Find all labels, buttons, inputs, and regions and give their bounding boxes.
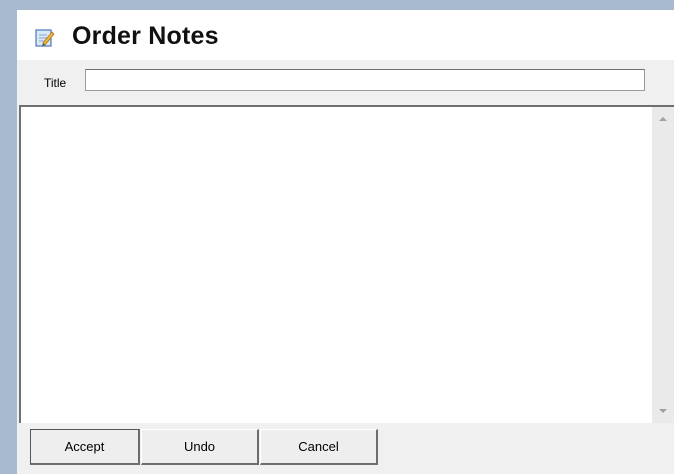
notepad-pencil-icon [35, 28, 55, 48]
scroll-up-icon[interactable] [659, 117, 667, 121]
title-label: Title [44, 76, 67, 90]
scroll-down-icon[interactable] [659, 409, 667, 413]
title-input[interactable] [85, 69, 645, 91]
cancel-button[interactable]: Cancel [260, 429, 378, 465]
notes-area [19, 105, 674, 423]
dialog-header: Order Notes [17, 10, 674, 60]
notes-scrollbar[interactable] [652, 107, 674, 423]
title-row: Title [17, 60, 674, 100]
accept-button[interactable]: Accept [30, 429, 140, 465]
order-notes-window: Order Notes Title Accept Undo Cancel [0, 0, 674, 474]
dialog-title: Order Notes [72, 22, 219, 50]
undo-button[interactable]: Undo [141, 429, 259, 465]
window-top-border [0, 0, 674, 10]
window-left-border [0, 10, 17, 474]
notes-textarea[interactable] [21, 107, 652, 423]
button-bar: Accept Undo Cancel [17, 423, 674, 474]
